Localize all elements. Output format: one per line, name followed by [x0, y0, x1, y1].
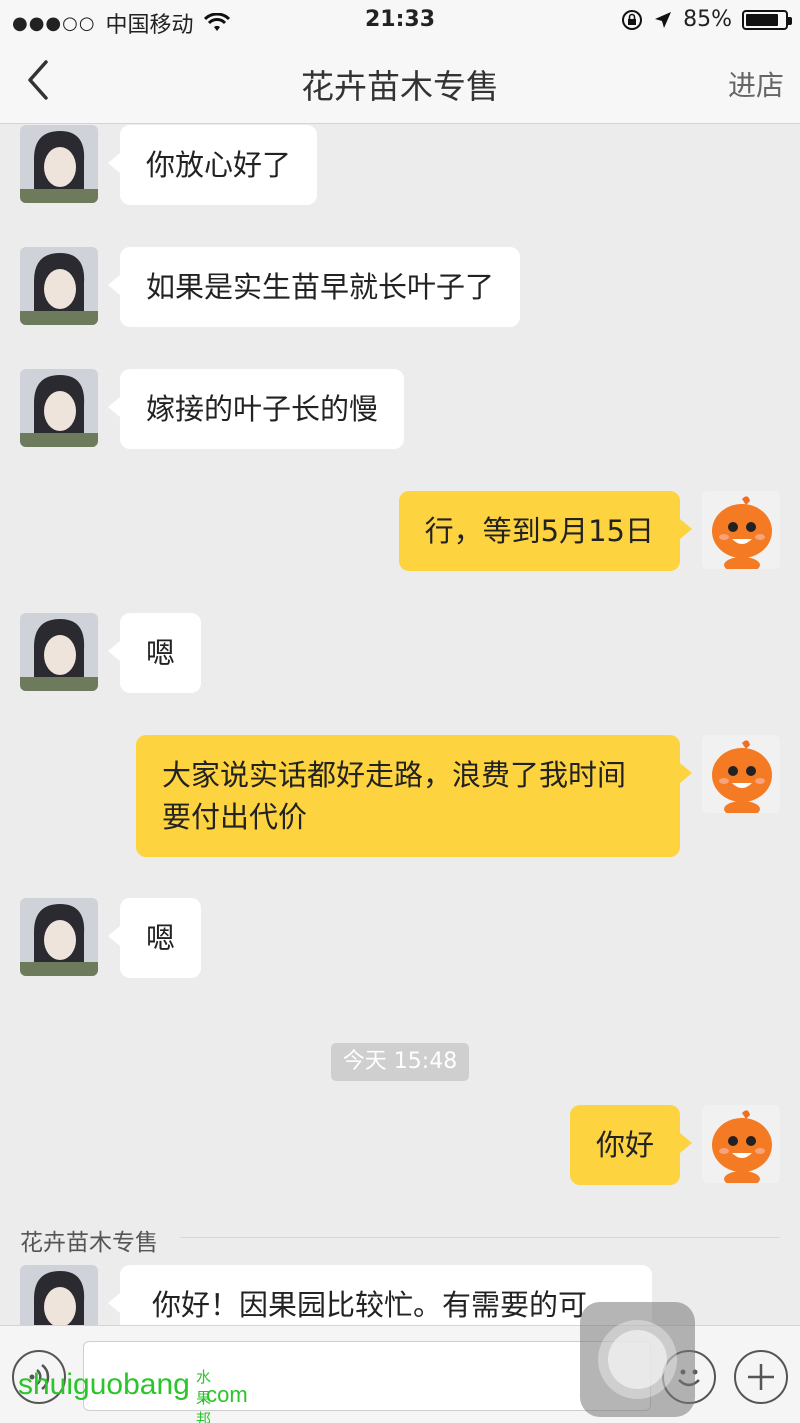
contact-avatar-image	[20, 125, 98, 203]
contact-avatar[interactable]	[20, 898, 98, 976]
orange-mascot-avatar-icon	[702, 491, 780, 569]
message-bubble-outgoing[interactable]: 大家说实话都好走路，浪费了我时间 要付出代价	[136, 735, 692, 857]
plus-icon	[748, 1364, 774, 1390]
page-title: 花卉苗木专售	[301, 67, 499, 106]
assistive-touch-button[interactable]	[580, 1302, 695, 1417]
time-divider: 今天 15:48	[331, 1043, 469, 1081]
contact-avatar-image	[20, 369, 98, 447]
orange-mascot-avatar-icon	[702, 1105, 780, 1183]
assistive-touch-core	[608, 1330, 667, 1389]
contact-avatar-image	[20, 613, 98, 691]
watermark-text: shuiguobang	[18, 1368, 190, 1401]
orange-mascot-avatar-icon	[702, 735, 780, 813]
message-bubble-outgoing[interactable]: 行，等到5月15日	[398, 491, 693, 571]
enter-shop-button[interactable]: 进店	[728, 64, 784, 104]
location-arrow-icon	[655, 11, 672, 28]
divider	[180, 1237, 780, 1238]
message-bubble-incoming[interactable]: 嗯	[107, 898, 202, 978]
chat-thread: 你放心好了 如果是实生苗早就长叶子了 嫁接的叶子长的慢 行，等到5月15日 嗯 …	[0, 125, 800, 1325]
contact-avatar-image	[20, 1265, 98, 1325]
contact-avatar[interactable]	[20, 369, 98, 447]
contact-avatar-image	[20, 247, 98, 325]
my-avatar[interactable]	[702, 1105, 780, 1183]
status-right: 85%	[621, 7, 792, 32]
battery-fill	[746, 13, 779, 26]
battery-icon	[742, 9, 792, 30]
contact-avatar[interactable]	[20, 247, 98, 325]
status-bar: ●●●○○ 中国移动 21:33 85%	[0, 0, 800, 40]
sender-name-label: 花卉苗木专售	[20, 1230, 158, 1256]
watermark-suffix: .com	[200, 1382, 248, 1407]
contact-avatar-image	[20, 898, 98, 976]
message-bubble-outgoing[interactable]: 你好	[569, 1105, 693, 1185]
contact-avatar[interactable]	[20, 1265, 98, 1325]
navigation-bar: 花卉苗木专售 进店	[0, 40, 800, 124]
message-bubble-incoming[interactable]: 你放心好了	[107, 125, 318, 205]
more-button[interactable]	[734, 1350, 788, 1404]
message-bubble-incoming[interactable]: 嗯	[107, 613, 202, 693]
orientation-lock-icon	[622, 9, 643, 30]
contact-avatar[interactable]	[20, 613, 98, 691]
watermark: shuiguobang 水果邦 .com	[18, 1368, 248, 1423]
contact-avatar[interactable]	[20, 125, 98, 203]
message-bubble-incoming[interactable]: 嫁接的叶子长的慢	[107, 369, 405, 449]
message-bubble-incoming[interactable]: 你好！因果园比较忙。有需要的可	[108, 1265, 652, 1325]
my-avatar[interactable]	[702, 491, 780, 569]
message-bubble-incoming[interactable]: 如果是实生苗早就长叶子了	[107, 247, 521, 327]
my-avatar[interactable]	[702, 735, 780, 813]
battery-percent: 85%	[683, 7, 732, 32]
